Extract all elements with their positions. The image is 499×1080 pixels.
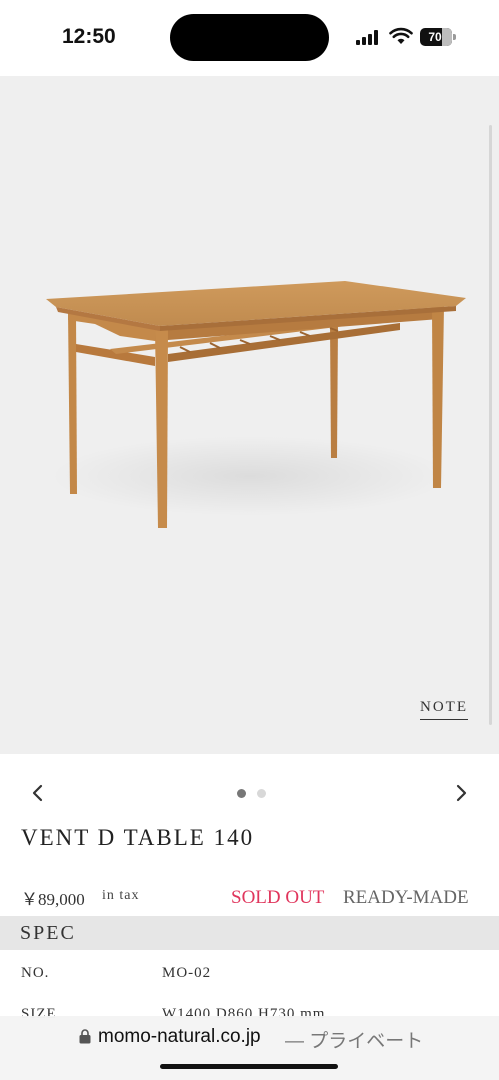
- carousel-dot-2[interactable]: [257, 789, 266, 798]
- chevron-right-icon[interactable]: [449, 781, 473, 805]
- lock-icon: [79, 1029, 91, 1044]
- status-time: 12:50: [62, 25, 116, 48]
- product-price: ￥89,000: [21, 890, 85, 909]
- table-illustration: [46, 281, 466, 528]
- dynamic-island: [170, 14, 329, 61]
- tax-label: in tax: [102, 888, 140, 903]
- spec-header: SPEC: [0, 916, 499, 950]
- signal-icon: [356, 30, 378, 45]
- spec-value-number: MO-02: [162, 965, 212, 981]
- product-title: VENT D TABLE 140: [21, 825, 255, 850]
- url-domain[interactable]: momo-natural.co.jp: [98, 1026, 261, 1048]
- stock-status: SOLD OUT: [231, 887, 325, 908]
- scrollbar[interactable]: [489, 125, 492, 725]
- battery-icon: 70: [420, 28, 456, 46]
- carousel-dot-1[interactable]: [237, 789, 246, 798]
- wifi-icon: [389, 27, 413, 44]
- private-mode-label: — プライベート: [285, 1031, 424, 1052]
- browser-address-bar[interactable]: momo-natural.co.jp — プライベート: [0, 1016, 499, 1080]
- product-type-label: READY-MADE: [343, 887, 469, 908]
- status-bar: 12:50 70: [0, 0, 499, 76]
- battery-level: 70: [428, 30, 442, 44]
- spec-key-number: NO.: [21, 965, 50, 981]
- product-image[interactable]: [0, 76, 499, 754]
- spec-header-label: SPEC: [20, 922, 76, 944]
- chevron-left-icon[interactable]: [26, 781, 50, 805]
- note-link[interactable]: NOTE: [420, 699, 468, 720]
- home-indicator[interactable]: [160, 1064, 338, 1069]
